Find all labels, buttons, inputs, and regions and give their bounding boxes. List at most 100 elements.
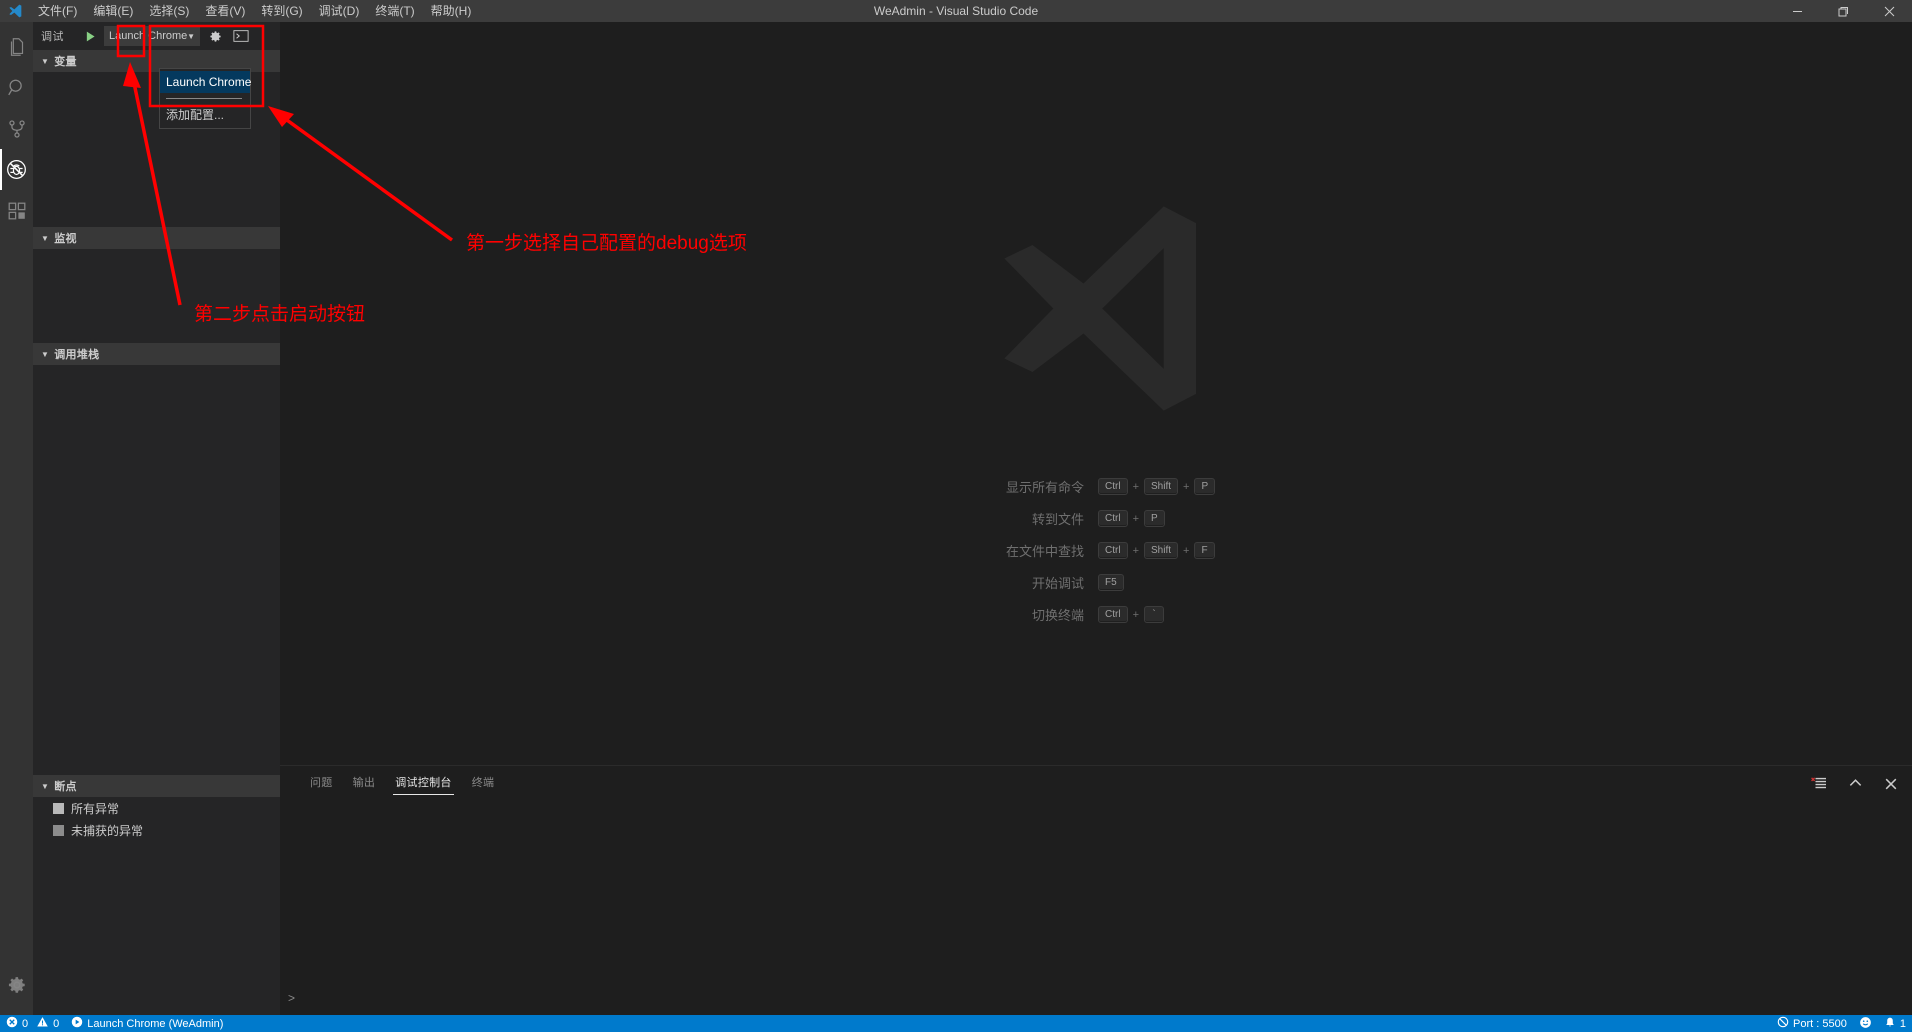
section-watch-header[interactable]: ▼ 监视: [33, 227, 280, 249]
open-debug-console-icon[interactable]: [230, 26, 252, 46]
debug-configuration-dropdown[interactable]: Launch Chrome 添加配置...: [159, 68, 251, 129]
debug-settings-gear-icon[interactable]: [204, 26, 226, 46]
key-ctrl: Ctrl: [1098, 478, 1128, 495]
key-ctrl: Ctrl: [1098, 542, 1128, 559]
play-circle-icon: [71, 1016, 83, 1031]
section-variables-title: 变量: [54, 56, 77, 68]
section-watch-body: [33, 249, 280, 343]
warning-icon: [36, 1016, 49, 1031]
shortcut-label: 显示所有命令: [1005, 480, 1084, 495]
shortcut-row-go-to-file: 转到文件 Ctrl + P: [964, 509, 1228, 528]
dropdown-option-launch-chrome[interactable]: Launch Chrome: [160, 71, 251, 93]
plus-sign: +: [1132, 512, 1139, 525]
menu-edit[interactable]: 编辑(E): [85, 0, 141, 22]
debug-console-input[interactable]: >: [288, 991, 301, 1005]
shortcut-row-show-all-commands: 显示所有命令 Ctrl + Shift + P: [964, 477, 1228, 496]
close-icon[interactable]: [1866, 0, 1912, 22]
status-bar: 0 0 Launch Chrome (WeAdmin) Port: 5500 …: [0, 1015, 1912, 1032]
bottom-panel: 问题 输出 调试控制台 终端 >: [280, 765, 1912, 1015]
tab-output[interactable]: 输出: [343, 766, 386, 801]
problems-status[interactable]: 0 0: [0, 1015, 65, 1032]
section-callstack-body: [33, 365, 280, 775]
shortcut-label: 开始调试: [1031, 576, 1084, 591]
bell-icon: [1884, 1016, 1896, 1032]
key-p: P: [1194, 478, 1216, 495]
menu-go[interactable]: 转到(G): [253, 0, 310, 22]
tab-problems[interactable]: 问题: [300, 766, 343, 801]
circle-slash-icon: [1777, 1016, 1789, 1031]
clear-console-icon[interactable]: [1810, 775, 1828, 793]
shortcut-keys: F5: [1098, 574, 1228, 591]
section-breakpoints-header[interactable]: ▼ 断点: [33, 775, 280, 797]
shortcut-keys: Ctrl + Shift + P: [1098, 478, 1228, 495]
warning-count: 0: [53, 1017, 60, 1030]
debug-target-status[interactable]: Launch Chrome (WeAdmin): [65, 1015, 229, 1032]
status-bar-left: 0 0 Launch Chrome (WeAdmin): [0, 1015, 229, 1032]
vscode-window: 文件(F) 编辑(E) 选择(S) 查看(V) 转到(G) 调试(D) 终端(T…: [0, 0, 1912, 1032]
menu-help[interactable]: 帮助(H): [423, 0, 480, 22]
maximize-panel-icon[interactable]: [1846, 775, 1864, 793]
error-icon: [6, 1016, 18, 1031]
key-f: F: [1194, 542, 1215, 559]
files-explorer-icon[interactable]: [0, 26, 33, 67]
feedback-smiley[interactable]: [1853, 1015, 1878, 1032]
key-p: P: [1144, 510, 1165, 527]
menu-selection[interactable]: 选择(S): [141, 0, 197, 22]
notifications[interactable]: 1: [1878, 1015, 1912, 1032]
section-breakpoints-body: 所有异常 未捕获的异常: [33, 797, 280, 841]
shortcut-keys: Ctrl + Shift + F: [1098, 542, 1228, 559]
plus-sign: +: [1183, 544, 1190, 557]
plus-sign: +: [1132, 608, 1139, 621]
section-callstack-header[interactable]: ▼ 调用堆栈: [33, 343, 280, 365]
start-debug-icon[interactable]: [80, 26, 100, 46]
debug-configuration-select[interactable]: Launch Chrome ▼: [104, 26, 200, 46]
tab-debug-console[interactable]: 调试控制台: [385, 766, 462, 801]
shortcut-row-find-in-files: 在文件中查找 Ctrl + Shift + F: [964, 541, 1228, 560]
key-ctrl: Ctrl: [1098, 606, 1128, 623]
source-control-icon[interactable]: [0, 108, 33, 149]
live-server-port[interactable]: Port : 5500: [1771, 1015, 1853, 1032]
shortcut-keys: Ctrl + P: [1098, 510, 1228, 527]
close-panel-icon[interactable]: [1882, 775, 1900, 793]
menu-file[interactable]: 文件(F): [30, 0, 85, 22]
breakpoint-label: 未捕获的异常: [71, 823, 144, 838]
shortcut-row-start-debugging: 开始调试 F5: [964, 573, 1228, 592]
chevron-down-icon: ▼: [41, 781, 50, 791]
plus-sign: +: [1132, 480, 1139, 493]
restore-icon[interactable]: [1820, 0, 1866, 22]
dropdown-option-add-configuration[interactable]: 添加配置...: [160, 104, 250, 126]
minimize-icon[interactable]: [1774, 0, 1820, 22]
key-shift: Shift: [1144, 542, 1179, 559]
shortcut-label: 转到文件: [1031, 512, 1084, 527]
debug-configuration-value: Launch Chrome: [109, 30, 188, 42]
tab-terminal[interactable]: 终端: [462, 766, 505, 801]
debug-sidebar: 调试 Launch Chrome ▼ Launch Chrome 添加配置...…: [33, 22, 280, 1015]
editor-area: 显示所有命令 Ctrl + Shift + P 转到文件 Ctrl + P 在文: [280, 22, 1912, 765]
vscode-logo-icon: [0, 0, 30, 22]
error-count: 0: [22, 1017, 29, 1030]
menu-terminal[interactable]: 终端(T): [367, 0, 422, 22]
debug-icon[interactable]: [0, 149, 33, 190]
checkbox-icon[interactable]: [53, 802, 64, 814]
shortcut-label: 在文件中查找: [1005, 544, 1084, 559]
panel-actions: [1810, 766, 1900, 801]
gear-icon[interactable]: [0, 964, 33, 1005]
breakpoint-row-all-exceptions[interactable]: 所有异常: [33, 797, 280, 819]
search-icon[interactable]: [0, 67, 33, 108]
menu-bar: 文件(F) 编辑(E) 选择(S) 查看(V) 转到(G) 调试(D) 终端(T…: [30, 0, 479, 22]
breakpoint-row-uncaught-exceptions[interactable]: 未捕获的异常: [33, 819, 280, 841]
activity-bar: [0, 22, 33, 1015]
menu-debug[interactable]: 调试(D): [311, 0, 368, 22]
plus-sign: +: [1132, 544, 1139, 557]
key-backtick: `: [1144, 606, 1164, 623]
shortcut-keys: Ctrl + `: [1098, 606, 1228, 623]
debug-toolbar: 调试 Launch Chrome ▼: [33, 22, 280, 50]
shortcut-row-toggle-terminal: 切换终端 Ctrl + `: [964, 605, 1228, 624]
checkbox-icon[interactable]: [53, 824, 64, 836]
panel-tab-bar: 问题 输出 调试控制台 终端: [280, 766, 1912, 801]
chevron-right-icon: >: [288, 991, 296, 1005]
menu-view[interactable]: 查看(V): [197, 0, 253, 22]
status-bar-right: Port : 5500 1: [1771, 1015, 1912, 1032]
extensions-icon[interactable]: [0, 190, 33, 231]
smiley-icon: [1859, 1016, 1872, 1032]
